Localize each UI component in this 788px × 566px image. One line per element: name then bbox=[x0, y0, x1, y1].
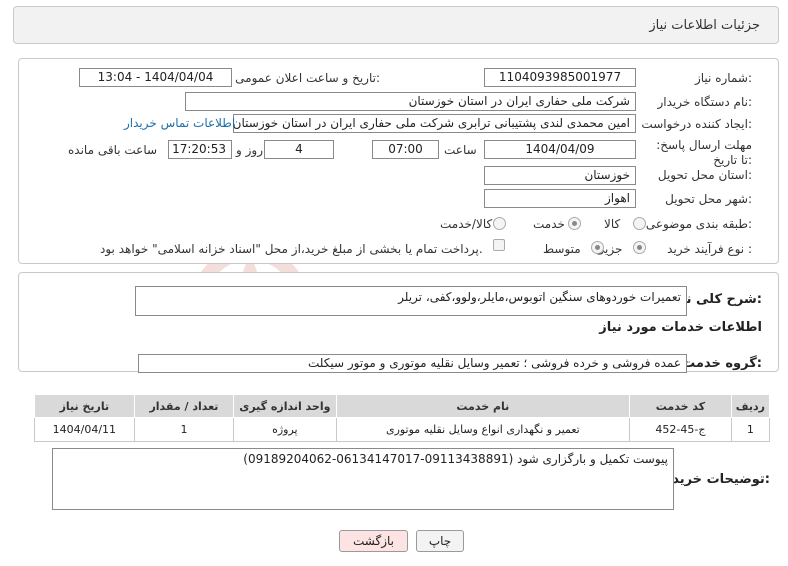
back-button[interactable]: بازگشت bbox=[339, 530, 408, 552]
buyer-notes-label: توضیحات خریدار: bbox=[660, 472, 770, 487]
services-section-title: اطلاعات خدمات مورد نیاز bbox=[599, 320, 762, 335]
buyer-notes-field[interactable]: پیوست تکمیل و بارگزاری شود (09113438891-… bbox=[52, 448, 674, 510]
city-field[interactable]: اهواز bbox=[484, 189, 636, 208]
cell-row: 1 bbox=[730, 417, 771, 442]
service-group-field[interactable]: عمده فروشی و خرده فروشی ؛ تعمیر وسایل نق… bbox=[138, 354, 687, 373]
category-label: طبقه بندی موضوعی: bbox=[645, 217, 752, 231]
treasury-checkbox[interactable] bbox=[493, 239, 505, 251]
services-table: تاریخ نیاز تعداد / مقدار واحد اندازه گیر… bbox=[34, 394, 771, 442]
col-need-date: تاریخ نیاز bbox=[34, 394, 135, 418]
cell-need-date: 1404/04/11 bbox=[34, 417, 135, 442]
category-radio-goods[interactable] bbox=[633, 217, 646, 230]
print-button[interactable]: چاپ bbox=[416, 530, 464, 552]
creator-field[interactable]: امین محمدی لندی پشتیبانی ترابری شرکت ملی… bbox=[233, 114, 636, 133]
col-service-name: نام خدمت bbox=[335, 394, 631, 418]
buyer-org-label: نام دستگاه خریدار: bbox=[657, 95, 753, 109]
table-header-row: تاریخ نیاز تعداد / مقدار واحد اندازه گیر… bbox=[34, 394, 771, 418]
province-label: استان محل تحویل: bbox=[657, 168, 752, 182]
col-unit: واحد اندازه گیری bbox=[233, 394, 337, 418]
days-label: روز و bbox=[236, 143, 263, 157]
col-quantity: تعداد / مقدار bbox=[133, 394, 235, 418]
category-option-service: خدمت bbox=[533, 217, 565, 231]
city-label: شهر محل تحویل: bbox=[665, 192, 752, 206]
days-field[interactable]: 4 bbox=[264, 140, 334, 159]
process-radio-medium[interactable] bbox=[591, 241, 604, 254]
process-radio-minor[interactable] bbox=[633, 241, 646, 254]
col-row: ردیف bbox=[730, 394, 771, 418]
remaining-time-field[interactable]: 17:20:53 bbox=[168, 140, 232, 159]
deadline-time-label: ساعت bbox=[444, 143, 477, 157]
process-label: نوع فرآیند خرید : bbox=[667, 242, 752, 256]
contact-info-link[interactable]: اطلاعات تماس خریدار bbox=[124, 116, 235, 130]
treasury-note: پرداخت تمام یا بخشی از مبلغ خرید،از محل … bbox=[100, 242, 483, 256]
buyer-org-field[interactable]: شرکت ملی حفاری ایران در استان خوزستان bbox=[185, 92, 636, 111]
summary-field[interactable]: تعمیرات خوردوهای سنگین اتوبوس،مایلر،ولوو… bbox=[135, 286, 687, 316]
cell-quantity: 1 bbox=[133, 417, 235, 442]
cell-service-name: تعمیر و نگهداری انواع وسایل نقلیه موتوری bbox=[335, 417, 631, 442]
service-group-label: گروه خدمت: bbox=[682, 356, 762, 371]
table-row[interactable]: 1404/04/11 1 پروژه تعمیر و نگهداری انواع… bbox=[34, 417, 771, 442]
category-option-goods: کالا bbox=[604, 217, 621, 231]
cell-service-code: ج-45-452 bbox=[629, 417, 732, 442]
deadline-label: مهلت ارسال پاسخ: تا تاریخ: bbox=[656, 138, 752, 167]
province-field[interactable]: خوزستان bbox=[484, 166, 636, 185]
remaining-label: ساعت باقی مانده bbox=[68, 143, 158, 157]
deadline-date-field[interactable]: 1404/04/09 bbox=[484, 140, 636, 159]
category-radio-goods-service[interactable] bbox=[493, 217, 506, 230]
category-option-goods-service: کالا/خدمت bbox=[440, 217, 493, 231]
category-radio-service[interactable] bbox=[568, 217, 581, 230]
deadline-time-field[interactable]: 07:00 bbox=[372, 140, 439, 159]
cell-unit: پروژه bbox=[233, 417, 337, 442]
announce-label: تاریخ و ساعت اعلان عمومی: bbox=[235, 71, 380, 85]
need-number-field[interactable]: 1104093985001977 bbox=[484, 68, 636, 87]
page-header: جزئیات اطلاعات نیاز bbox=[13, 6, 779, 44]
announce-field[interactable]: 1404/04/04 - 13:04 bbox=[79, 68, 232, 87]
page-title: جزئیات اطلاعات نیاز bbox=[649, 18, 760, 33]
need-number-label: شماره نیاز: bbox=[694, 71, 752, 85]
creator-label: ایجاد کننده درخواست: bbox=[641, 117, 752, 131]
col-service-code: کد خدمت bbox=[629, 394, 732, 418]
process-option-medium: متوسط bbox=[543, 242, 581, 256]
